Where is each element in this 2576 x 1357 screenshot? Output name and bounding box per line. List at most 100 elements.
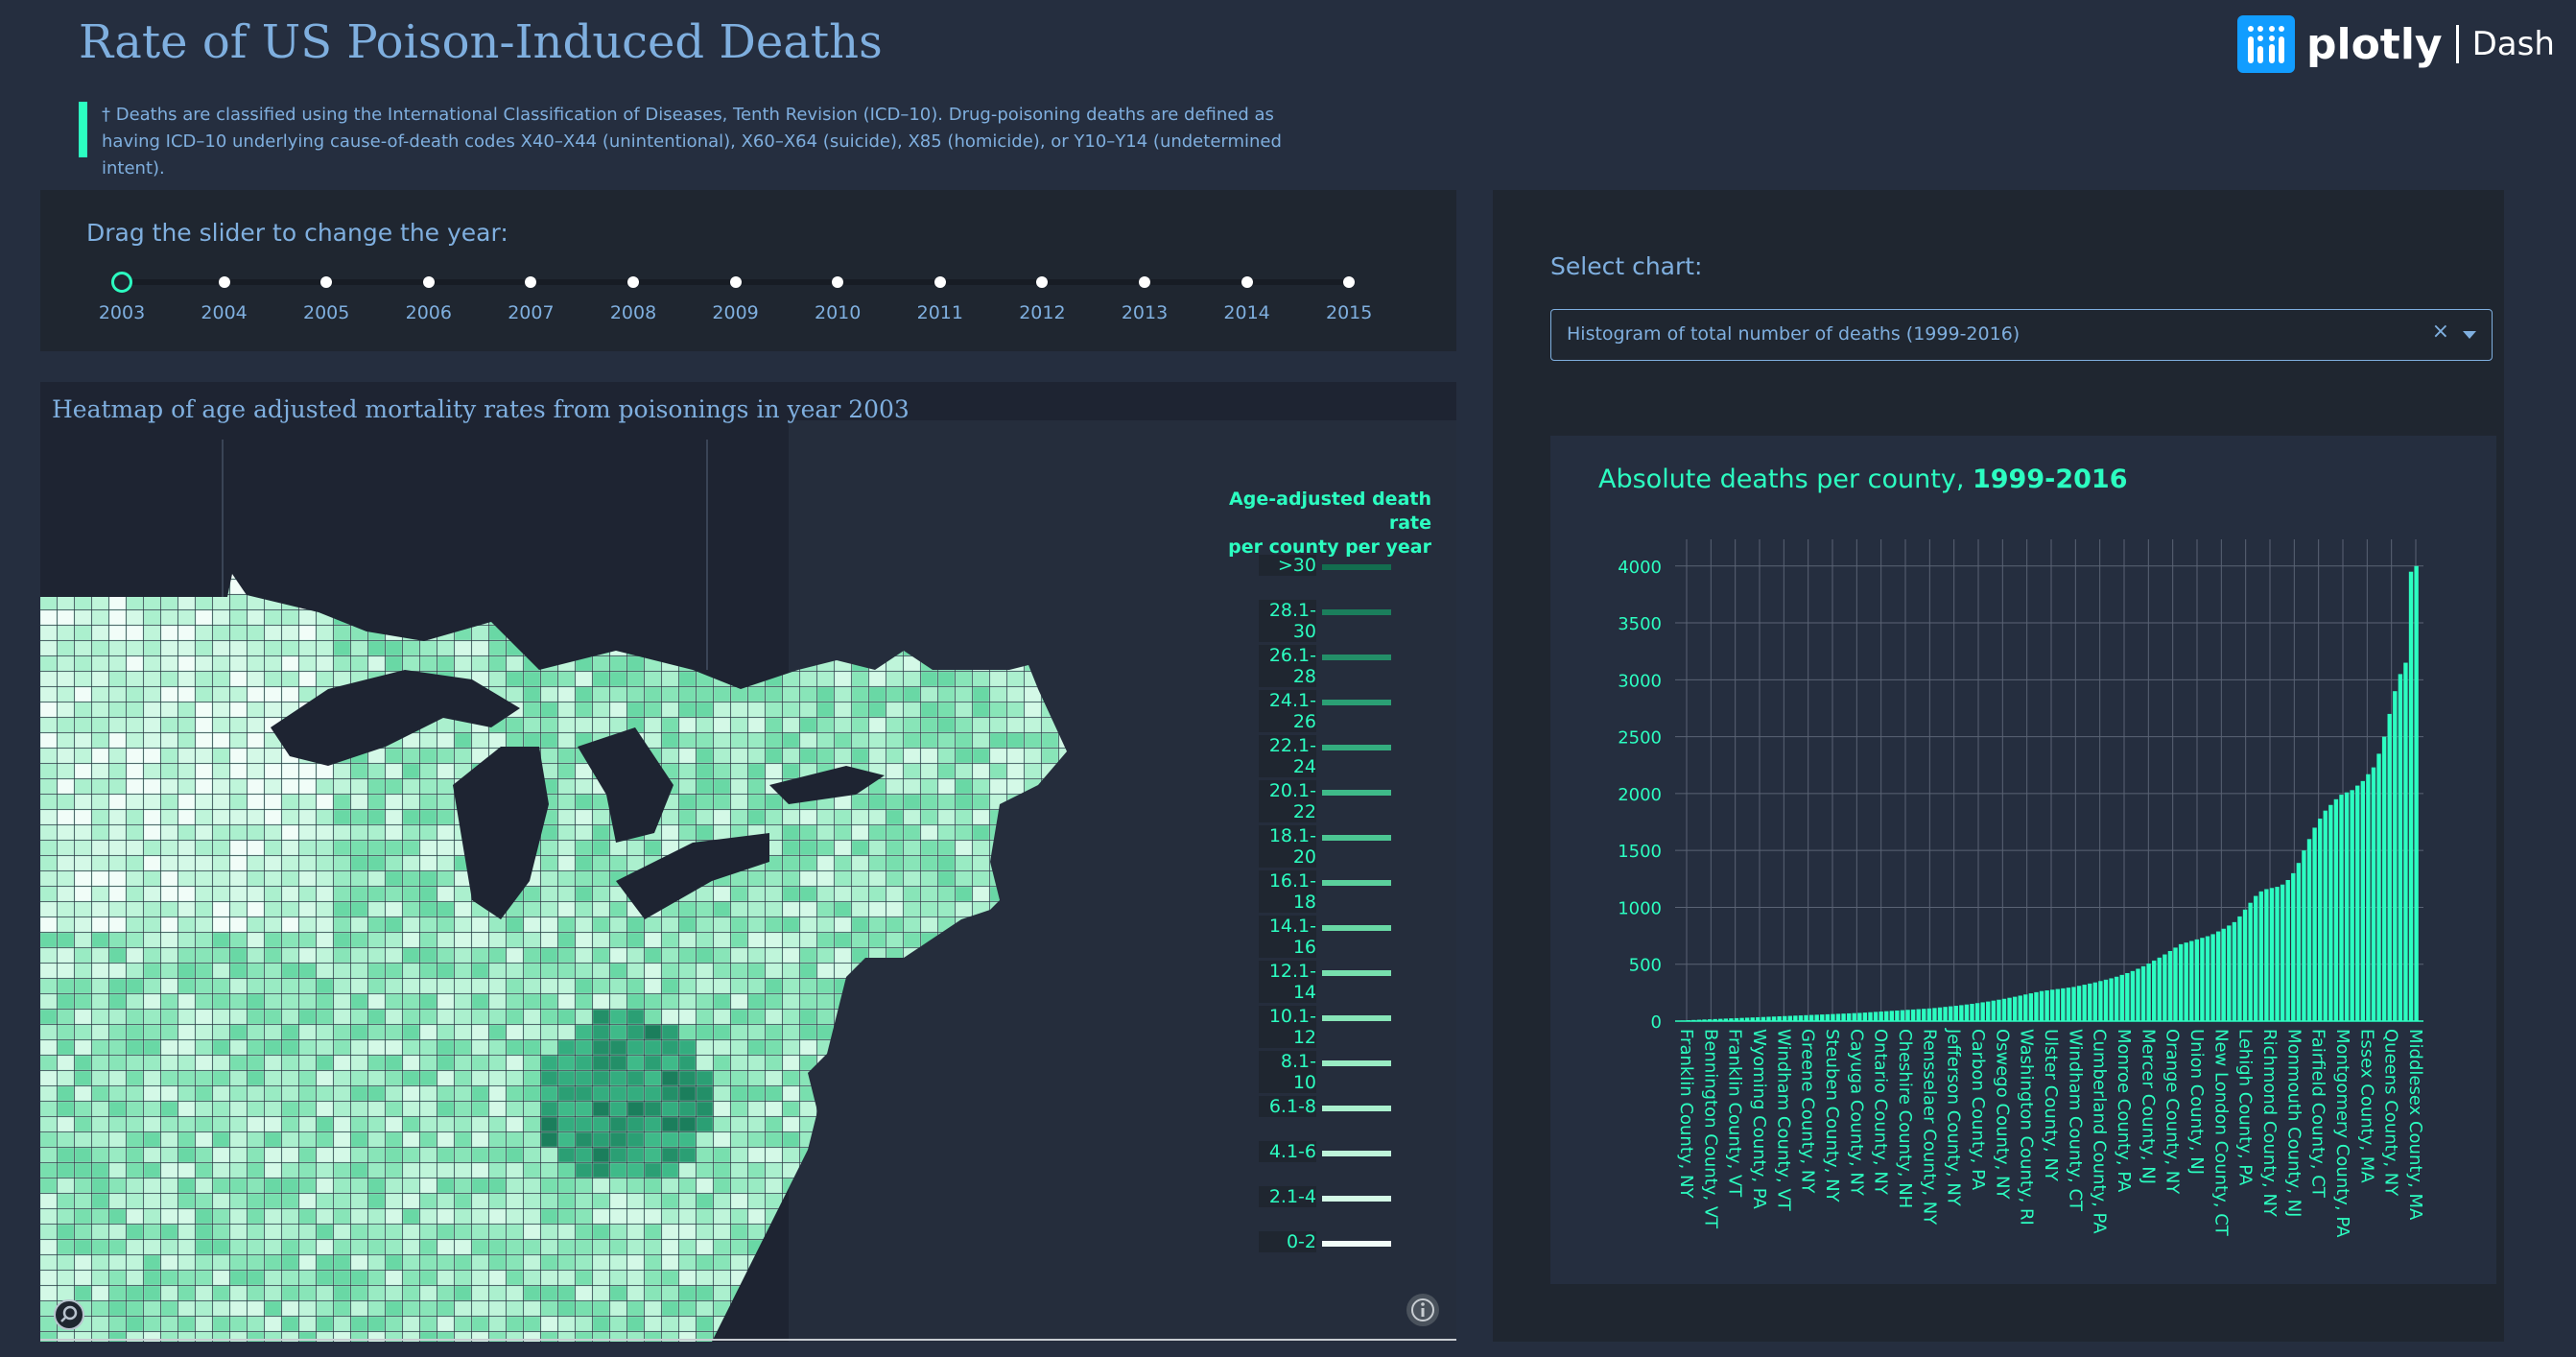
histogram-bar[interactable]	[2028, 993, 2034, 1021]
histogram-bar[interactable]	[2189, 940, 2194, 1021]
histogram-bar[interactable]	[1841, 1013, 1846, 1021]
slider-handle-2009[interactable]	[729, 276, 742, 288]
slider-year-label-2006[interactable]: 2006	[390, 302, 467, 323]
histogram-bar[interactable]	[2076, 986, 2082, 1021]
histogram-bar[interactable]	[1793, 1015, 1798, 1021]
histogram-bar[interactable]	[1974, 1003, 1980, 1021]
histogram-bar[interactable]	[2280, 884, 2285, 1021]
histogram-bar[interactable]	[2071, 987, 2076, 1021]
histogram-bar[interactable]	[1846, 1012, 1852, 1021]
histogram-bar[interactable]	[1884, 1011, 1889, 1021]
histogram-bar[interactable]	[2140, 965, 2146, 1021]
histogram-bar[interactable]	[2098, 981, 2103, 1021]
slider-handle-2006[interactable]	[422, 276, 435, 288]
histogram-bar[interactable]	[2039, 990, 2044, 1021]
histogram-bar[interactable]	[2194, 939, 2200, 1021]
histogram-bar[interactable]	[2082, 985, 2087, 1021]
slider-year-label-2014[interactable]: 2014	[1209, 302, 1286, 323]
histogram-bar[interactable]	[1787, 1015, 1792, 1021]
histogram-bar[interactable]	[2173, 947, 2178, 1021]
histogram-bar[interactable]	[2157, 957, 2162, 1021]
histogram-bar[interactable]	[1808, 1014, 1814, 1021]
slider-handle-2008[interactable]	[627, 276, 639, 288]
chevron-down-icon[interactable]	[2463, 331, 2476, 339]
histogram-bar[interactable]	[2381, 736, 2387, 1021]
histogram-bar[interactable]	[2125, 972, 2130, 1021]
histogram-bar[interactable]	[1852, 1012, 1856, 1021]
histogram-bar[interactable]	[2291, 872, 2296, 1021]
histogram-bar[interactable]	[1831, 1013, 1835, 1021]
histogram-bar[interactable]	[2001, 998, 2007, 1021]
slider-handle-2004[interactable]	[218, 276, 230, 288]
histogram-bar[interactable]	[2350, 790, 2354, 1021]
histogram-bar[interactable]	[2136, 968, 2140, 1021]
slider-handle-2007[interactable]	[525, 276, 537, 288]
histogram-bar[interactable]	[2066, 988, 2071, 1021]
chart-type-dropdown[interactable]: Histogram of total number of deaths (199…	[1550, 309, 2493, 361]
histogram-bar[interactable]	[2205, 936, 2210, 1021]
slider-handle-2003[interactable]	[111, 272, 132, 293]
histogram-bar[interactable]	[1926, 1008, 1932, 1021]
histogram-bar[interactable]	[2317, 818, 2323, 1021]
histogram-bar[interactable]	[2275, 887, 2280, 1021]
slider-year-label-2004[interactable]: 2004	[186, 302, 263, 323]
info-icon[interactable]	[1406, 1294, 1439, 1326]
histogram-bar[interactable]	[2152, 960, 2157, 1021]
histogram-bar[interactable]	[1986, 1001, 1991, 1021]
histogram-bar[interactable]	[2167, 950, 2173, 1021]
histogram-bar[interactable]	[2269, 888, 2275, 1021]
histogram-bar[interactable]	[1953, 1005, 1958, 1021]
histogram-bar[interactable]	[2339, 795, 2344, 1021]
histogram-bar[interactable]	[2376, 753, 2381, 1021]
plotly-dash-logo[interactable]: plotly Dash	[2237, 15, 2555, 73]
histogram-bar[interactable]	[1814, 1014, 1819, 1021]
histogram-bar[interactable]	[1910, 1009, 1916, 1021]
slider-year-label-2013[interactable]: 2013	[1106, 302, 1183, 323]
histogram-bar[interactable]	[1964, 1004, 1970, 1021]
histogram-bar[interactable]	[2371, 767, 2376, 1021]
histogram-bar[interactable]	[1804, 1014, 1808, 1021]
histogram-bar[interactable]	[1916, 1009, 1921, 1021]
histogram-bar[interactable]	[2215, 931, 2221, 1021]
histogram-bar[interactable]	[2323, 810, 2328, 1021]
histogram-bar[interactable]	[2034, 991, 2039, 1021]
slider-year-label-2009[interactable]: 2009	[697, 302, 774, 323]
histogram-bar[interactable]	[2227, 925, 2232, 1021]
histogram-bar[interactable]	[2012, 996, 2018, 1021]
slider-handle-2013[interactable]	[1139, 276, 1150, 288]
histogram-bar[interactable]	[1970, 1003, 1974, 1021]
histogram-bar[interactable]	[1900, 1010, 1905, 1021]
slider-year-label-2005[interactable]: 2005	[288, 302, 365, 323]
histogram-bar[interactable]	[1905, 1010, 1910, 1021]
slider-handle-2010[interactable]	[832, 276, 844, 288]
histogram-bar[interactable]	[2237, 916, 2242, 1021]
histogram-bar[interactable]	[1997, 999, 2001, 1021]
histogram-bar[interactable]	[2355, 785, 2360, 1021]
histogram-bar[interactable]	[1835, 1013, 1841, 1021]
histogram-bar[interactable]	[2258, 891, 2263, 1021]
histogram-bar[interactable]	[1889, 1011, 1894, 1021]
histogram-bar[interactable]	[2221, 928, 2226, 1021]
slider-year-label-2010[interactable]: 2010	[799, 302, 876, 323]
histogram-bar[interactable]	[2055, 988, 2060, 1021]
histogram-bar[interactable]	[1798, 1015, 1804, 1021]
histogram-bar[interactable]	[2130, 970, 2136, 1021]
slider-handle-2005[interactable]	[320, 276, 333, 288]
histogram-bar[interactable]	[1943, 1007, 1948, 1021]
histogram-bar[interactable]	[1948, 1006, 1953, 1021]
histogram-bar[interactable]	[1895, 1010, 1900, 1021]
histogram-bar[interactable]	[2162, 954, 2167, 1021]
histogram-bar[interactable]	[2061, 988, 2066, 1021]
histogram-bar[interactable]	[2184, 942, 2188, 1021]
histogram-bar[interactable]	[2023, 994, 2028, 1021]
histogram-bar[interactable]	[2312, 827, 2317, 1021]
histogram-bar[interactable]	[2306, 839, 2312, 1021]
slider-handle-2014[interactable]	[1241, 276, 1253, 288]
histogram-bar[interactable]	[1879, 1012, 1883, 1021]
histogram-bar[interactable]	[1932, 1008, 1937, 1021]
histogram-bar[interactable]	[2285, 879, 2290, 1021]
histogram-bar[interactable]	[2242, 909, 2248, 1021]
histogram-bar[interactable]	[2092, 982, 2098, 1021]
histogram-bar[interactable]	[2103, 979, 2109, 1021]
histogram-bar[interactable]	[2264, 889, 2269, 1021]
